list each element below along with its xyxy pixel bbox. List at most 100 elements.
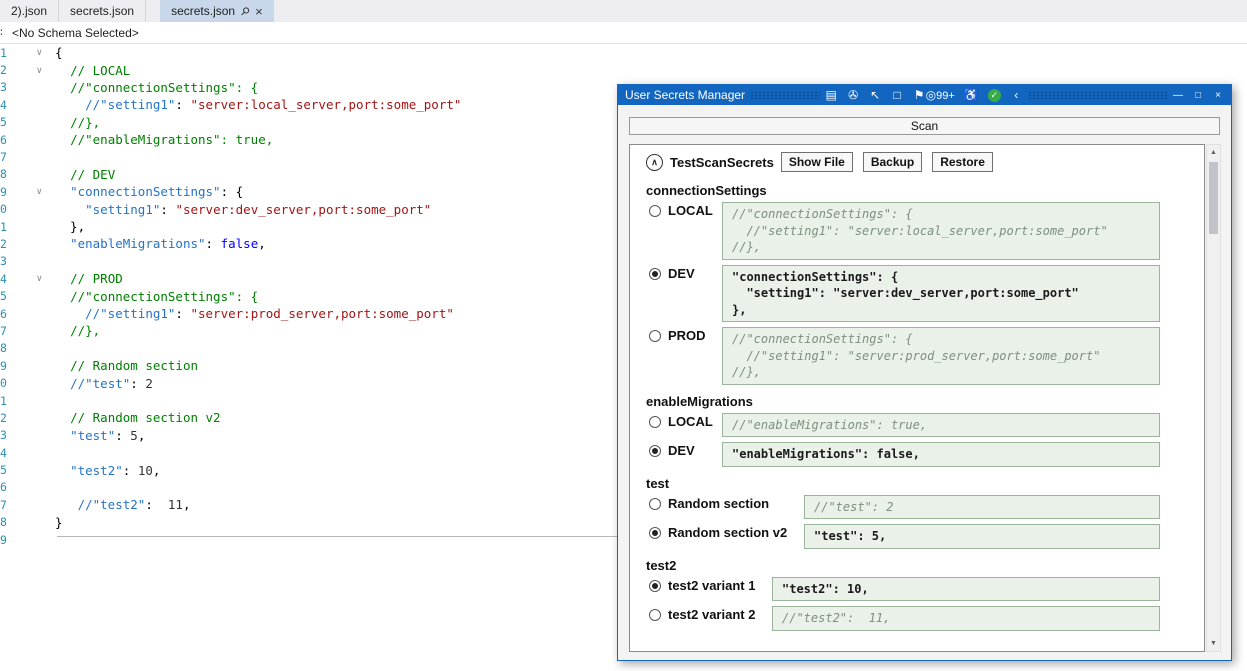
- code-preview: //"test2": 11,: [772, 606, 1160, 631]
- editor-line[interactable]: 7 //},: [0, 322, 461, 339]
- line-number: 7: [0, 150, 10, 164]
- line-number: 0: [0, 202, 10, 216]
- option-left: DEV: [649, 265, 722, 281]
- flag-icon[interactable]: ⚑: [913, 88, 926, 102]
- close-icon[interactable]: ×: [255, 4, 263, 19]
- maximize-button[interactable]: □: [1192, 90, 1204, 101]
- option-radio[interactable]: [649, 609, 661, 621]
- line-number: 1: [0, 220, 10, 234]
- editor-line[interactable]: 0 //"test": 2: [0, 374, 461, 391]
- editor-line[interactable]: 7: [0, 148, 461, 165]
- editor-line[interactable]: 2 // Random section v2: [0, 409, 461, 426]
- editor-line[interactable]: 9 // Random section: [0, 357, 461, 374]
- option-label: test2 variant 1: [668, 578, 755, 593]
- editor-code[interactable]: 1∨{2∨ // LOCAL3 //"connectionSettings": …: [0, 44, 461, 548]
- accessibility-icon[interactable]: ♿: [964, 88, 979, 102]
- code-text: //"test2": 11,: [55, 497, 190, 512]
- line-number: 6: [0, 133, 10, 147]
- scrollbar-thumb[interactable]: [1209, 162, 1218, 234]
- editor-line[interactable]: 2∨ // LOCAL: [0, 61, 461, 78]
- pointer-icon[interactable]: ↖: [869, 88, 882, 102]
- schema-dropdown-icon[interactable]: ∶: [0, 26, 12, 39]
- editor-line[interactable]: 2 "enableMigrations": false,: [0, 235, 461, 252]
- editor-line[interactable]: 8 // DEV: [0, 166, 461, 183]
- editor-line[interactable]: 8}: [0, 514, 461, 531]
- scrollbar-down-icon[interactable]: ▼: [1207, 636, 1220, 651]
- line-number: 8: [0, 167, 10, 181]
- editor-tab[interactable]: 2).json: [0, 0, 59, 22]
- scan-button[interactable]: Scan: [629, 117, 1220, 135]
- line-number: 3: [0, 254, 10, 268]
- editor-line[interactable]: 5 //},: [0, 114, 461, 131]
- line-number: 6: [0, 307, 10, 321]
- chevron-left-icon[interactable]: ‹: [1010, 88, 1023, 102]
- fold-chevron-icon[interactable]: ∨: [10, 186, 55, 197]
- secret-option-row: test2 variant 2//"test2": 11,: [649, 606, 1204, 631]
- editor-line[interactable]: 9∨ "connectionSettings": {: [0, 183, 461, 200]
- group-title: TestScanSecrets: [670, 155, 774, 170]
- line-number: 9: [0, 359, 10, 373]
- frame-icon[interactable]: □: [891, 88, 904, 102]
- editor-line[interactable]: 3 "test": 5,: [0, 427, 461, 444]
- editor-tab[interactable]: secrets.json: [59, 0, 146, 22]
- notifications-badge[interactable]: ◎99+: [926, 88, 955, 102]
- secret-section: enableMigrations LOCAL//"enableMigrations…: [646, 394, 1204, 467]
- editor-line[interactable]: 4 //"setting1": "server:local_server,por…: [0, 96, 461, 113]
- fold-chevron-icon[interactable]: ∨: [10, 47, 55, 58]
- option-radio[interactable]: [649, 580, 661, 592]
- editor-line[interactable]: 4∨ // PROD: [0, 270, 461, 287]
- titlebar-grip[interactable]: [750, 91, 820, 100]
- option-left: LOCAL: [649, 202, 722, 218]
- option-radio[interactable]: [649, 268, 661, 280]
- show-file-button[interactable]: Show File: [781, 152, 853, 172]
- editor-line[interactable]: 5 //"connectionSettings": {: [0, 287, 461, 304]
- export-icon[interactable]: ▤: [825, 88, 838, 102]
- editor-line[interactable]: 3: [0, 253, 461, 270]
- option-radio[interactable]: [649, 205, 661, 217]
- code-preview: //"connectionSettings": { //"setting1": …: [722, 327, 1160, 385]
- section-label: enableMigrations: [646, 394, 1204, 409]
- close-button[interactable]: ×: [1212, 90, 1224, 101]
- line-number: 7: [0, 498, 10, 512]
- editor-line[interactable]: 6 //"enableMigrations": true,: [0, 131, 461, 148]
- editor-line[interactable]: 3 //"connectionSettings": {: [0, 79, 461, 96]
- backup-button[interactable]: Backup: [863, 152, 922, 172]
- panel-scrollbar[interactable]: ▲ ▼: [1206, 144, 1221, 652]
- collapse-chevron-icon[interactable]: ∧: [646, 154, 663, 171]
- editor-line[interactable]: 0 "setting1": "server:dev_server,port:so…: [0, 201, 461, 218]
- option-radio[interactable]: [649, 527, 661, 539]
- editor-line[interactable]: 5 "test2": 10,: [0, 461, 461, 478]
- option-radio[interactable]: [649, 498, 661, 510]
- fold-chevron-icon[interactable]: ∨: [10, 273, 55, 284]
- option-radio[interactable]: [649, 416, 661, 428]
- scrollbar-up-icon[interactable]: ▲: [1207, 145, 1220, 160]
- window-titlebar[interactable]: User Secrets Manager ▤✇↖□⚑ ◎99+ ♿ ✓ ‹ — …: [618, 85, 1231, 105]
- editor-line[interactable]: 9: [0, 531, 461, 548]
- option-label: LOCAL: [668, 203, 713, 218]
- code-text: "enableMigrations": false,: [55, 236, 266, 251]
- secret-option-row: LOCAL//"enableMigrations": true,: [649, 413, 1204, 438]
- editor-line[interactable]: 1∨{: [0, 44, 461, 61]
- secret-option-row: LOCAL//"connectionSettings": { //"settin…: [649, 202, 1204, 260]
- editor-tab[interactable]: secrets.json⚲×: [160, 0, 274, 22]
- fold-chevron-icon[interactable]: ∨: [10, 65, 55, 76]
- schema-bar[interactable]: ∶ <No Schema Selected>: [0, 22, 1247, 44]
- pin-icon[interactable]: ⚲: [238, 4, 253, 19]
- editor-line[interactable]: 4: [0, 444, 461, 461]
- titlebar-grip-right[interactable]: [1028, 91, 1167, 100]
- status-check-icon: ✓: [988, 89, 1001, 102]
- restore-button[interactable]: Restore: [932, 152, 993, 172]
- minimize-button[interactable]: —: [1172, 90, 1184, 101]
- editor-line[interactable]: 7 //"test2": 11,: [0, 496, 461, 513]
- option-radio[interactable]: [649, 445, 661, 457]
- editor-line[interactable]: 8: [0, 340, 461, 357]
- editor-line[interactable]: 6 //"setting1": "server:prod_server,port…: [0, 305, 461, 322]
- option-radio[interactable]: [649, 330, 661, 342]
- editor-line[interactable]: 1 },: [0, 218, 461, 235]
- line-number: 6: [0, 480, 10, 494]
- camera-icon[interactable]: ✇: [847, 88, 860, 102]
- code-text: // PROD: [55, 271, 123, 286]
- titlebar-status-icons: ◎99+ ♿ ✓ ‹: [926, 88, 1023, 102]
- editor-line[interactable]: 1: [0, 392, 461, 409]
- editor-line[interactable]: 6: [0, 479, 461, 496]
